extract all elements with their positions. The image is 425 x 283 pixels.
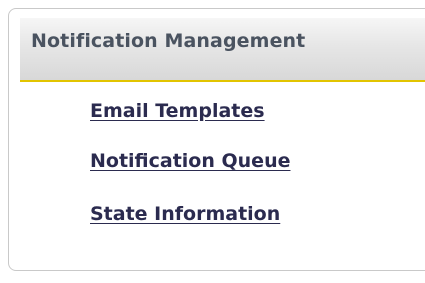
notification-queue-link[interactable]: Notification Queue <box>90 150 290 172</box>
panel-title: Notification Management <box>31 30 306 52</box>
state-information-link[interactable]: State Information <box>90 203 280 225</box>
email-templates-link[interactable]: Email Templates <box>90 100 265 122</box>
notification-management-panel: Notification Management Email Templates … <box>8 8 425 271</box>
